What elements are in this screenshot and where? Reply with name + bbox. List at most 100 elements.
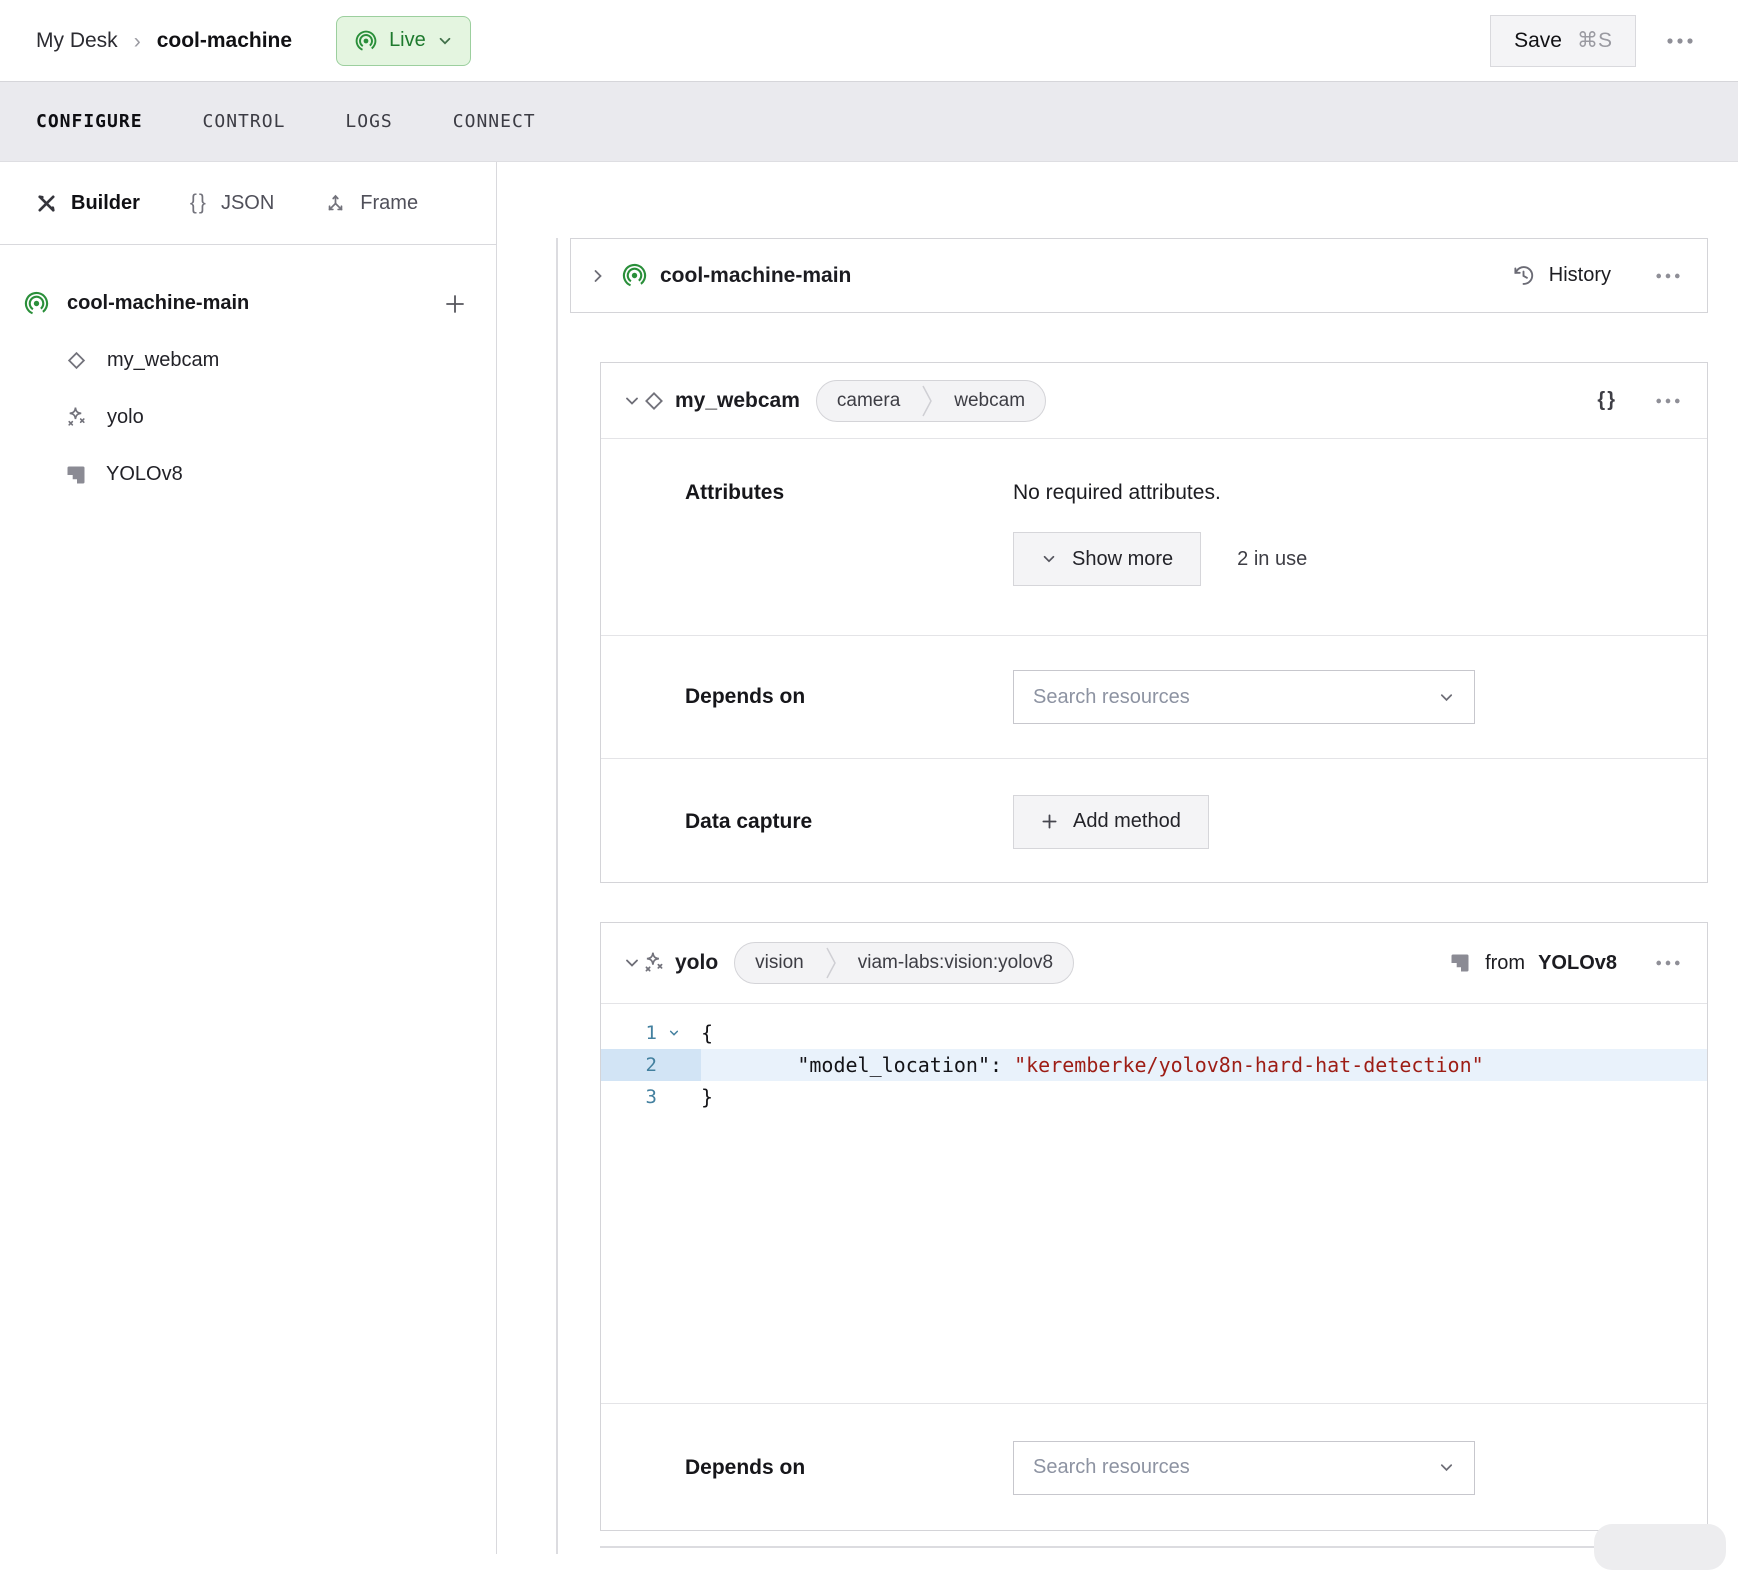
machine-part-card: cool-machine-main History bbox=[570, 238, 1708, 313]
chevron-down-icon bbox=[437, 33, 453, 49]
add-resource-button[interactable] bbox=[444, 293, 466, 315]
from-label: from bbox=[1485, 952, 1525, 975]
vision-service-sparkles-icon bbox=[641, 950, 667, 976]
camera-component-icon bbox=[64, 348, 89, 373]
my-webcam-type-badge: camera webcam bbox=[816, 380, 1046, 422]
save-button[interactable]: Save ⌘S bbox=[1490, 15, 1636, 67]
json-string-value: "keremberke/yolov8n-hard-hat-detection" bbox=[1014, 1053, 1484, 1077]
tab-control[interactable]: CONTROL bbox=[203, 111, 286, 132]
camera-component-icon bbox=[641, 388, 667, 414]
chevron-right-icon[interactable] bbox=[589, 267, 607, 285]
resource-card-yolo: yolo vision viam-labs:vision:yolov8 from… bbox=[600, 922, 1708, 1531]
data-capture-label: Data capture bbox=[685, 810, 1013, 834]
view-builder[interactable]: Builder bbox=[35, 192, 140, 215]
tree-item-my-webcam[interactable]: my_webcam bbox=[0, 332, 496, 389]
live-status-dropdown[interactable]: Live bbox=[336, 16, 471, 66]
from-module-name: YOLOv8 bbox=[1538, 952, 1617, 975]
tree-my-webcam-label: my_webcam bbox=[107, 349, 219, 372]
part-overflow-menu-icon[interactable] bbox=[1655, 272, 1681, 280]
line-number: 1 bbox=[601, 1017, 657, 1049]
depends-on-label: Depends on bbox=[685, 685, 1013, 709]
yolo-header: yolo vision viam-labs:vision:yolov8 from… bbox=[601, 923, 1707, 1004]
depends-on-placeholder: Search resources bbox=[1033, 686, 1190, 709]
depends-on-section: Depends on Search resources bbox=[601, 636, 1707, 759]
resource-tree: cool-machine-main my_webcam yolo bbox=[0, 245, 496, 503]
breadcrumb-root[interactable]: My Desk bbox=[36, 29, 118, 53]
overflow-menu-icon[interactable] bbox=[1666, 37, 1694, 45]
badge-divider-icon bbox=[824, 943, 838, 983]
depends-on-label: Depends on bbox=[685, 1456, 1013, 1480]
module-icon bbox=[1448, 951, 1472, 975]
breadcrumb-separator-icon: › bbox=[134, 30, 141, 54]
show-more-button[interactable]: Show more bbox=[1013, 532, 1201, 586]
tree-yolov8-label: YOLOv8 bbox=[106, 463, 183, 486]
machine-tab-bar: CONFIGURE CONTROL LOGS CONNECT bbox=[0, 82, 1738, 162]
my-webcam-name: my_webcam bbox=[675, 389, 800, 413]
from-module-indicator: from YOLOv8 bbox=[1448, 951, 1617, 975]
attributes-in-use-count: 2 in use bbox=[1237, 548, 1307, 571]
edit-json-braces-icon[interactable]: {} bbox=[1597, 389, 1617, 412]
config-main-panel: cool-machine-main History bbox=[498, 162, 1738, 1554]
breadcrumb-machine-name: cool-machine bbox=[157, 29, 292, 53]
tab-logs[interactable]: LOGS bbox=[345, 111, 392, 132]
top-bar: My Desk › cool-machine Live Save ⌘S bbox=[0, 0, 1738, 82]
broadcast-icon bbox=[621, 262, 648, 289]
resource-card-my-webcam: my_webcam camera webcam {} Attributes No… bbox=[600, 362, 1708, 883]
add-method-button[interactable]: Add method bbox=[1013, 795, 1209, 849]
tab-configure[interactable]: CONFIGURE bbox=[36, 111, 143, 132]
my-webcam-overflow-menu-icon[interactable] bbox=[1655, 397, 1681, 405]
chevron-down-icon bbox=[1041, 551, 1057, 567]
tab-connect[interactable]: CONNECT bbox=[453, 111, 536, 132]
attributes-note: No required attributes. bbox=[1013, 481, 1307, 505]
save-shortcut: ⌘S bbox=[1577, 28, 1612, 53]
yolo-name: yolo bbox=[675, 951, 718, 975]
json-braces-icon: {} bbox=[190, 191, 208, 215]
tree-item-yolo[interactable]: yolo bbox=[0, 389, 496, 446]
code-fold-chevron-icon[interactable] bbox=[657, 1027, 691, 1039]
topbar-actions: Save ⌘S bbox=[1490, 15, 1694, 67]
history-clock-icon bbox=[1511, 263, 1536, 288]
save-label: Save bbox=[1514, 29, 1562, 53]
attributes-label: Attributes bbox=[685, 481, 1013, 635]
badge-webcam: webcam bbox=[934, 390, 1045, 412]
view-frame-label: Frame bbox=[360, 192, 418, 215]
tree-item-machine-part[interactable]: cool-machine-main bbox=[0, 275, 496, 332]
yolo-depends-on-select[interactable]: Search resources bbox=[1013, 1441, 1475, 1495]
code-text: { bbox=[701, 1017, 713, 1049]
chevron-down-icon[interactable] bbox=[623, 954, 641, 972]
part-group-rail bbox=[556, 238, 558, 1554]
tree-yolo-label: yolo bbox=[107, 406, 144, 429]
json-key: "model_location" bbox=[701, 1053, 990, 1077]
tree-machine-part-label: cool-machine-main bbox=[67, 292, 249, 315]
badge-vision: vision bbox=[735, 952, 824, 974]
code-line-highlighted: 2 "model_location": "keremberke/yolov8n-… bbox=[601, 1049, 1707, 1081]
yolo-overflow-menu-icon[interactable] bbox=[1655, 959, 1681, 967]
badge-camera: camera bbox=[817, 390, 920, 412]
view-json[interactable]: {} JSON bbox=[190, 191, 274, 215]
chevron-down-icon bbox=[1438, 689, 1455, 706]
view-json-label: JSON bbox=[221, 192, 274, 215]
view-frame[interactable]: Frame bbox=[324, 192, 418, 215]
depends-on-select[interactable]: Search resources bbox=[1013, 670, 1475, 724]
add-method-label: Add method bbox=[1073, 810, 1181, 833]
my-webcam-header: my_webcam camera webcam {} bbox=[601, 363, 1707, 439]
next-card-top-border bbox=[600, 1546, 1708, 1548]
breadcrumb: My Desk › cool-machine bbox=[36, 28, 292, 54]
show-more-label: Show more bbox=[1072, 548, 1173, 571]
history-button[interactable]: History bbox=[1511, 263, 1611, 288]
history-label: History bbox=[1549, 264, 1611, 287]
line-number: 2 bbox=[601, 1049, 657, 1081]
machine-part-name: cool-machine-main bbox=[660, 264, 851, 288]
badge-divider-icon bbox=[920, 381, 934, 421]
code-text: "model_location": "keremberke/yolov8n-ha… bbox=[701, 1049, 1484, 1081]
yolo-json-attributes-editor[interactable]: 1 { 2 "model_location": "keremberke/yolo… bbox=[601, 1004, 1707, 1404]
builder-tools-icon bbox=[35, 192, 58, 215]
badge-yolov8-model: viam-labs:vision:yolov8 bbox=[838, 952, 1073, 974]
chevron-down-icon[interactable] bbox=[623, 392, 641, 410]
chevron-down-icon bbox=[1438, 1459, 1455, 1476]
code-text: } bbox=[701, 1081, 713, 1113]
config-sidebar: Builder {} JSON Frame bbox=[0, 162, 497, 1554]
data-capture-section: Data capture Add method bbox=[601, 759, 1707, 884]
tree-item-yolov8-module[interactable]: YOLOv8 bbox=[0, 446, 496, 503]
module-icon bbox=[64, 463, 88, 487]
